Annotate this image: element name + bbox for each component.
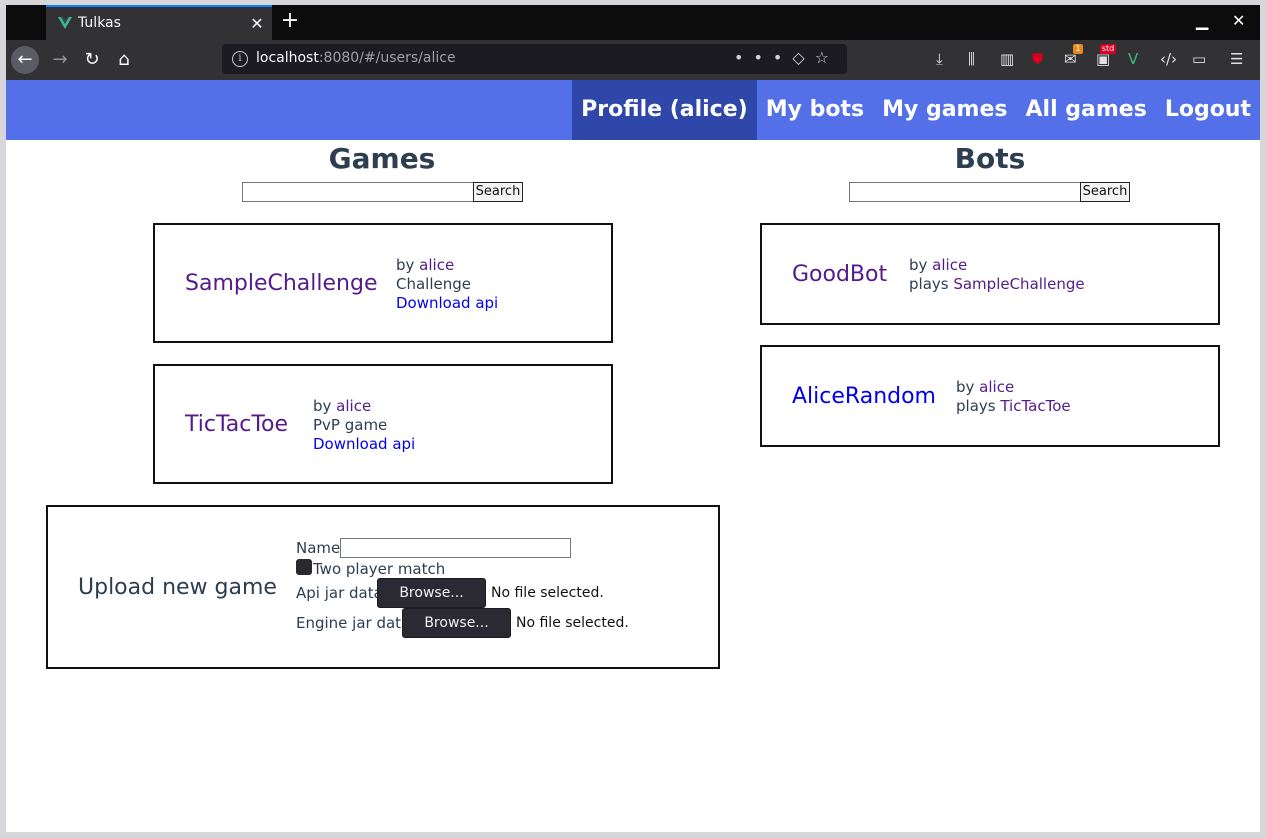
url-text[interactable]: localhost:8080/#/users/alice — [256, 50, 456, 66]
bot-name-link[interactable]: AliceRandom — [792, 384, 936, 409]
browser-window: Tulkas ✕ + ▁ ✕ ← → ↻ ⌂ i localhost:8080/… — [6, 5, 1260, 832]
devtools-icon[interactable]: ‹/› — [1160, 50, 1177, 70]
bookmark-star-icon[interactable]: ☆ — [815, 48, 839, 67]
new-tab-icon[interactable]: + — [278, 9, 302, 33]
bot-name-link[interactable]: GoodBot — [792, 262, 887, 287]
info-icon[interactable]: i — [232, 51, 248, 67]
bot-meta: by alice plays SampleChallenge — [909, 256, 1085, 294]
plays-label: plays — [909, 275, 954, 293]
pocket-icon[interactable]: ◇ — [792, 48, 814, 67]
bots-heading: Bots — [954, 142, 1026, 175]
nav-all-games[interactable]: All games — [1017, 80, 1156, 140]
reload-icon[interactable]: ↻ — [78, 46, 106, 74]
api-jar-label: Api jar data — [296, 584, 383, 602]
bot-card: AliceRandom by alice plays TicTacToe — [760, 345, 1220, 447]
sidebar-icon[interactable]: ▥ — [1000, 50, 1014, 70]
vue-logo-icon — [58, 17, 72, 29]
browser-tab[interactable]: Tulkas ✕ — [46, 5, 272, 40]
minimize-icon[interactable]: ▁ — [1196, 11, 1208, 30]
game-meta: by alice Challenge Download api — [396, 256, 498, 313]
nav-logout[interactable]: Logout — [1156, 80, 1260, 140]
two-player-label: Two player match — [313, 560, 446, 578]
bots-search-button[interactable]: Search — [1080, 182, 1130, 202]
game-type: PvP game — [313, 416, 388, 434]
library-icon[interactable]: ⫼ — [968, 50, 975, 70]
nav-profile[interactable]: Profile (alice) — [572, 80, 757, 140]
game-name-input[interactable] — [340, 538, 571, 558]
tab-close-icon[interactable]: ✕ — [248, 14, 266, 33]
download-api-link[interactable]: Download api — [396, 294, 498, 313]
plays-label: plays — [956, 397, 1001, 415]
std-extension-icon[interactable]: ▣ std — [1096, 44, 1117, 70]
downloads-icon[interactable]: ⤓ — [936, 50, 943, 70]
nav-my-bots[interactable]: My bots — [757, 80, 873, 140]
app-header: Profile (alice) My bots My games All gam… — [6, 80, 1260, 140]
game-link[interactable]: TicTacToe — [1000, 397, 1070, 415]
url-path: :8080/#/users/alice — [318, 50, 456, 66]
std-badge: std — [1099, 44, 1117, 54]
games-heading: Games — [328, 142, 436, 175]
game-name-link[interactable]: TicTacToe — [185, 412, 288, 437]
engine-browse-button[interactable]: Browse... — [402, 608, 511, 638]
api-file-status: No file selected. — [491, 585, 604, 601]
upload-title: Upload new game — [78, 575, 277, 600]
tab-strip: Tulkas ✕ + ▁ ✕ — [6, 5, 1260, 40]
game-card: SampleChallenge by alice Challenge Downl… — [153, 223, 613, 343]
by-label: by — [956, 378, 980, 396]
upload-game-card: Upload new game Name Two player match Ap… — [46, 505, 720, 669]
browser-toolbar: ← → ↻ ⌂ i localhost:8080/#/users/alice •… — [6, 40, 1260, 80]
vue-devtools-icon[interactable]: V — [1128, 50, 1138, 70]
notification-badge: 1 — [1073, 44, 1083, 54]
extension-icon[interactable]: ✉ 1 — [1064, 44, 1083, 70]
game-name-link[interactable]: SampleChallenge — [185, 271, 377, 296]
screenshot-icon[interactable]: ▭ — [1192, 50, 1206, 70]
by-label: by — [396, 256, 420, 274]
bot-meta: by alice plays TicTacToe — [956, 378, 1071, 416]
name-label: Name — [296, 539, 341, 557]
author-link[interactable]: alice — [336, 397, 371, 415]
games-search-input[interactable] — [242, 182, 474, 202]
bots-search-input[interactable] — [849, 182, 1081, 202]
api-browse-button[interactable]: Browse... — [377, 578, 486, 608]
engine-jar-label: Engine jar data — [296, 614, 411, 632]
forward-arrow-icon[interactable]: → — [46, 46, 74, 74]
game-meta: by alice PvP game Download api — [313, 397, 415, 454]
by-label: by — [313, 397, 337, 415]
engine-file-status: No file selected. — [516, 615, 629, 631]
more-actions-icon[interactable]: ••• — [734, 48, 792, 67]
ublock-shield-icon[interactable]: ⛊ — [1032, 50, 1043, 70]
home-icon[interactable]: ⌂ — [110, 46, 138, 74]
by-label: by — [909, 256, 933, 274]
two-player-checkbox[interactable] — [296, 559, 312, 575]
main-nav: Profile (alice) My bots My games All gam… — [572, 80, 1260, 140]
window-close-icon[interactable]: ✕ — [1232, 11, 1245, 30]
page-actions: •••◇☆ — [734, 48, 839, 67]
tab-title: Tulkas — [78, 15, 121, 31]
page-content: Profile (alice) My bots My games All gam… — [6, 80, 1260, 832]
url-bar[interactable]: i localhost:8080/#/users/alice •••◇☆ — [222, 44, 847, 74]
menu-icon[interactable]: ☰ — [1230, 50, 1243, 70]
game-link[interactable]: SampleChallenge — [953, 275, 1084, 293]
back-arrow-icon[interactable]: ← — [11, 46, 39, 74]
bot-card: GoodBot by alice plays SampleChallenge — [760, 223, 1220, 325]
games-search-button[interactable]: Search — [473, 182, 523, 202]
game-type: Challenge — [396, 275, 471, 293]
url-host: localhost — [256, 50, 319, 66]
game-card: TicTacToe by alice PvP game Download api — [153, 364, 613, 484]
author-link[interactable]: alice — [419, 256, 454, 274]
download-api-link[interactable]: Download api — [313, 435, 415, 454]
author-link[interactable]: alice — [932, 256, 967, 274]
author-link[interactable]: alice — [979, 378, 1014, 396]
nav-my-games[interactable]: My games — [873, 80, 1016, 140]
